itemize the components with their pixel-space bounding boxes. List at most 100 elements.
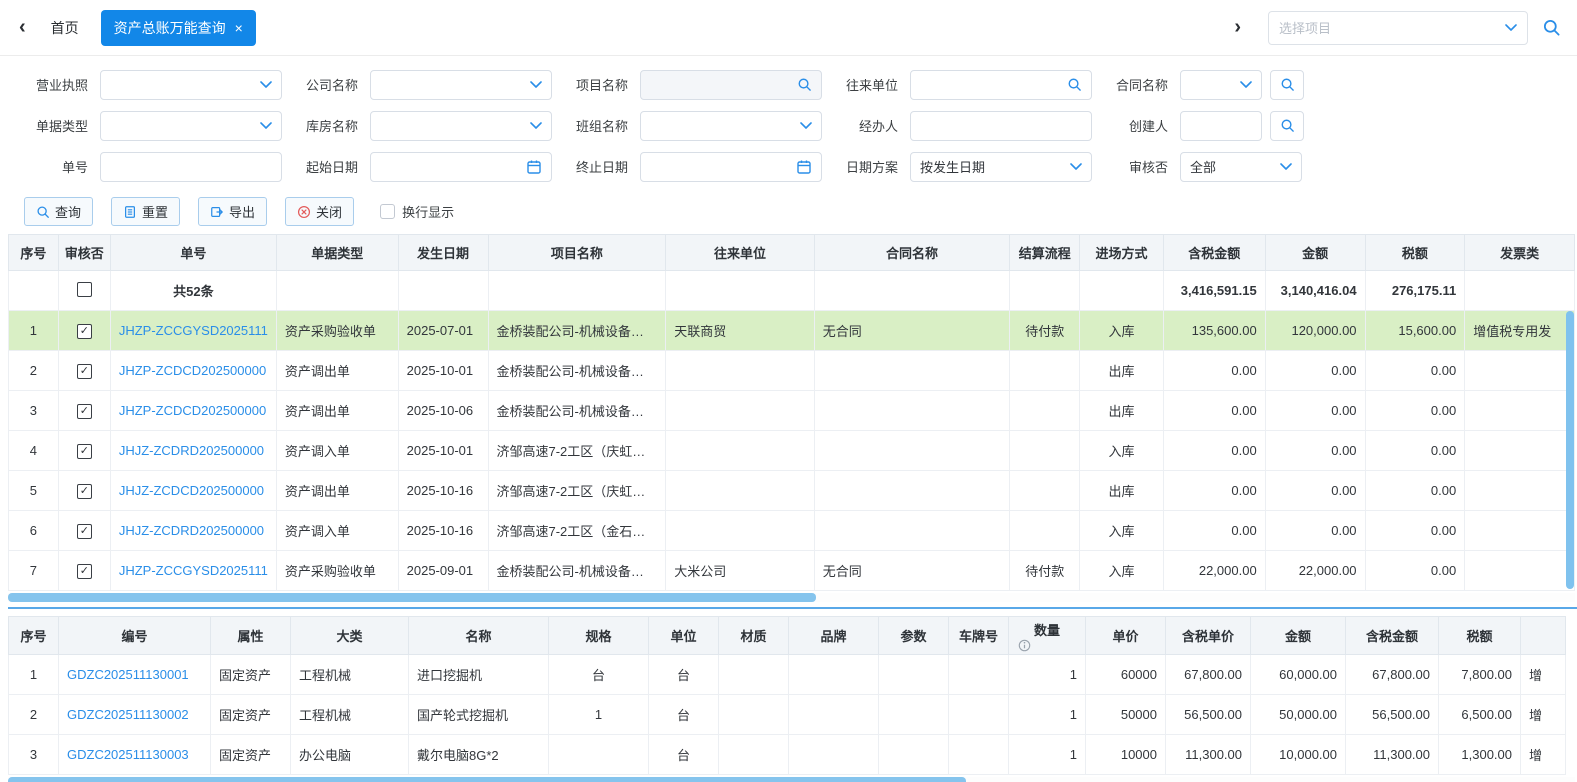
row-checkbox[interactable]: ✓: [77, 364, 92, 379]
table-row[interactable]: 7 ✓ JHZP-ZCCGYSD2025111 资产采购验收单 2025-09-…: [9, 551, 1575, 591]
audit-select[interactable]: 全部: [1180, 152, 1302, 182]
col-clipped: [1521, 617, 1566, 655]
project-search-icon[interactable]: [1542, 18, 1561, 37]
doc-no-link[interactable]: JHJZ-ZCDCD202500000: [119, 483, 264, 498]
table-row[interactable]: 2 GDZC202511130002 固定资产 工程机械 国产轮式挖掘机 1 台…: [9, 695, 1566, 735]
active-tab-label: 资产总账万能查询: [114, 18, 226, 38]
row-checkbox[interactable]: ✓: [77, 404, 92, 419]
tab-asset-ledger-query[interactable]: 资产总账万能查询 ×: [101, 10, 256, 46]
reset-button[interactable]: 重置: [111, 197, 180, 226]
cell: 资产调入单: [276, 431, 398, 471]
row-checkbox[interactable]: ✓: [77, 564, 92, 579]
cell: 固定资产: [211, 655, 291, 695]
close-tab-icon[interactable]: ×: [235, 20, 243, 36]
cell: [1465, 511, 1575, 551]
calendar-icon[interactable]: [796, 159, 812, 175]
search-icon[interactable]: [797, 77, 812, 92]
business-license-select[interactable]: [100, 70, 282, 100]
table-row[interactable]: 6 ✓ JHJZ-ZCDRD202500000 资产调入单 2025-10-16…: [9, 511, 1575, 551]
col-tax: 税额: [1365, 235, 1465, 271]
doc-no-input[interactable]: [110, 159, 272, 174]
doc-type-select[interactable]: [100, 111, 282, 141]
contract-search-button[interactable]: [1270, 70, 1304, 100]
project-name-input: [650, 77, 797, 92]
vertical-scrollbar-thumb[interactable]: [1566, 311, 1574, 589]
col-brand: 品牌: [789, 617, 879, 655]
project-select[interactable]: 选择项目: [1268, 11, 1528, 45]
export-button[interactable]: 导出: [198, 197, 267, 226]
cell: 2025-09-01: [398, 551, 488, 591]
cell: 50,000.00: [1251, 695, 1346, 735]
row-checkbox[interactable]: ✓: [77, 324, 92, 339]
info-icon[interactable]: [1018, 639, 1031, 652]
horizontal-scrollbar[interactable]: [8, 777, 1575, 782]
table-row[interactable]: 4 ✓ JHJZ-ZCDRD202500000 资产调入单 2025-10-01…: [9, 431, 1575, 471]
date-plan-select[interactable]: 按发生日期: [910, 152, 1092, 182]
cell: 2025-10-01: [398, 351, 488, 391]
table-row[interactable]: 2 ✓ JHZP-ZCDCD202500000 资产调出单 2025-10-01…: [9, 351, 1575, 391]
table-row[interactable]: 3 GDZC202511130003 固定资产 办公电脑 戴尔电脑8G*2 台 …: [9, 735, 1566, 775]
doc-no-link[interactable]: JHZP-ZCDCD202500000: [119, 363, 266, 378]
panel-splitter[interactable]: [8, 607, 1577, 609]
query-button[interactable]: 查询: [24, 197, 93, 226]
cell: 待付款: [1010, 311, 1080, 351]
cell: 3: [9, 735, 59, 775]
table-row[interactable]: 5 ✓ JHJZ-ZCDCD202500000 资产调出单 2025-10-16…: [9, 471, 1575, 511]
cell: 工程机械: [291, 655, 409, 695]
asset-code-link[interactable]: GDZC202511130003: [67, 747, 189, 762]
wrap-display-toggle[interactable]: 换行显示: [380, 202, 454, 221]
cell: 4: [9, 431, 59, 471]
col-material: 材质: [719, 617, 789, 655]
tab-home[interactable]: 首页: [35, 10, 95, 46]
warehouse-select[interactable]: [370, 111, 552, 141]
table-row[interactable]: 1 GDZC202511130001 固定资产 工程机械 进口挖掘机 台 台 1…: [9, 655, 1566, 695]
creator-input[interactable]: [1190, 118, 1252, 133]
cell: 22,000.00: [1163, 551, 1265, 591]
asset-code-link[interactable]: GDZC202511130001: [67, 667, 189, 682]
handler-input[interactable]: [920, 118, 1082, 133]
cell: 0.00: [1365, 431, 1465, 471]
doc-no-link[interactable]: JHZP-ZCCGYSD2025111: [119, 323, 268, 338]
horizontal-scrollbar[interactable]: [8, 593, 1575, 602]
horizontal-scrollbar-thumb[interactable]: [8, 777, 966, 782]
doc-no-link[interactable]: JHJZ-ZCDRD202500000: [119, 523, 264, 538]
tabs-scroll-left-icon[interactable]: ‹: [10, 16, 35, 39]
asset-code-link[interactable]: GDZC202511130002: [67, 707, 189, 722]
select-all-checkbox[interactable]: [77, 282, 92, 297]
team-select[interactable]: [640, 111, 822, 141]
tabs-scroll-right-icon[interactable]: ›: [1225, 16, 1250, 39]
cell: 济邹高速7-2工区（庆虹…: [488, 431, 666, 471]
col-invoice: 发票类: [1465, 235, 1575, 271]
end-date-label: 终止日期: [552, 157, 628, 176]
contract-name-select[interactable]: [1180, 70, 1262, 100]
detail-header-row: 序号 编号 属性 大类 名称 规格 单位 材质 品牌 参数 车牌号 数量 单价 …: [9, 617, 1566, 655]
doc-no-link[interactable]: JHZP-ZCCGYSD2025111: [119, 563, 268, 578]
col-name: 名称: [409, 617, 549, 655]
horizontal-scrollbar-thumb[interactable]: [8, 593, 816, 602]
close-button[interactable]: 关闭: [285, 197, 354, 226]
cell: 5: [9, 471, 59, 511]
row-checkbox[interactable]: ✓: [77, 484, 92, 499]
company-name-select[interactable]: [370, 70, 552, 100]
doc-no-link[interactable]: JHZP-ZCDCD202500000: [119, 403, 266, 418]
cell: 进口挖掘机: [409, 655, 549, 695]
vertical-scrollbar[interactable]: [1566, 271, 1575, 589]
calendar-icon[interactable]: [526, 159, 542, 175]
row-checkbox[interactable]: ✓: [77, 524, 92, 539]
table-row[interactable]: 3 ✓ JHZP-ZCDCD202500000 资产调出单 2025-10-06…: [9, 391, 1575, 431]
end-date-input[interactable]: [650, 159, 796, 174]
cell: [58, 271, 110, 311]
creator-search-button[interactable]: [1270, 111, 1304, 141]
cell: [1010, 391, 1080, 431]
cell: 6: [9, 511, 59, 551]
cell: 56,500.00: [1346, 695, 1439, 735]
counterparty-input[interactable]: [920, 77, 1067, 92]
doc-no-link[interactable]: JHJZ-ZCDRD202500000: [119, 443, 264, 458]
search-icon[interactable]: [1067, 77, 1082, 92]
cell: [666, 391, 815, 431]
start-date-input[interactable]: [380, 159, 526, 174]
cell: ✓: [58, 311, 110, 351]
row-checkbox[interactable]: ✓: [77, 444, 92, 459]
table-row[interactable]: 1 ✓ JHZP-ZCCGYSD2025111 资产采购验收单 2025-07-…: [9, 311, 1575, 351]
col-audit: 审核否: [58, 235, 110, 271]
